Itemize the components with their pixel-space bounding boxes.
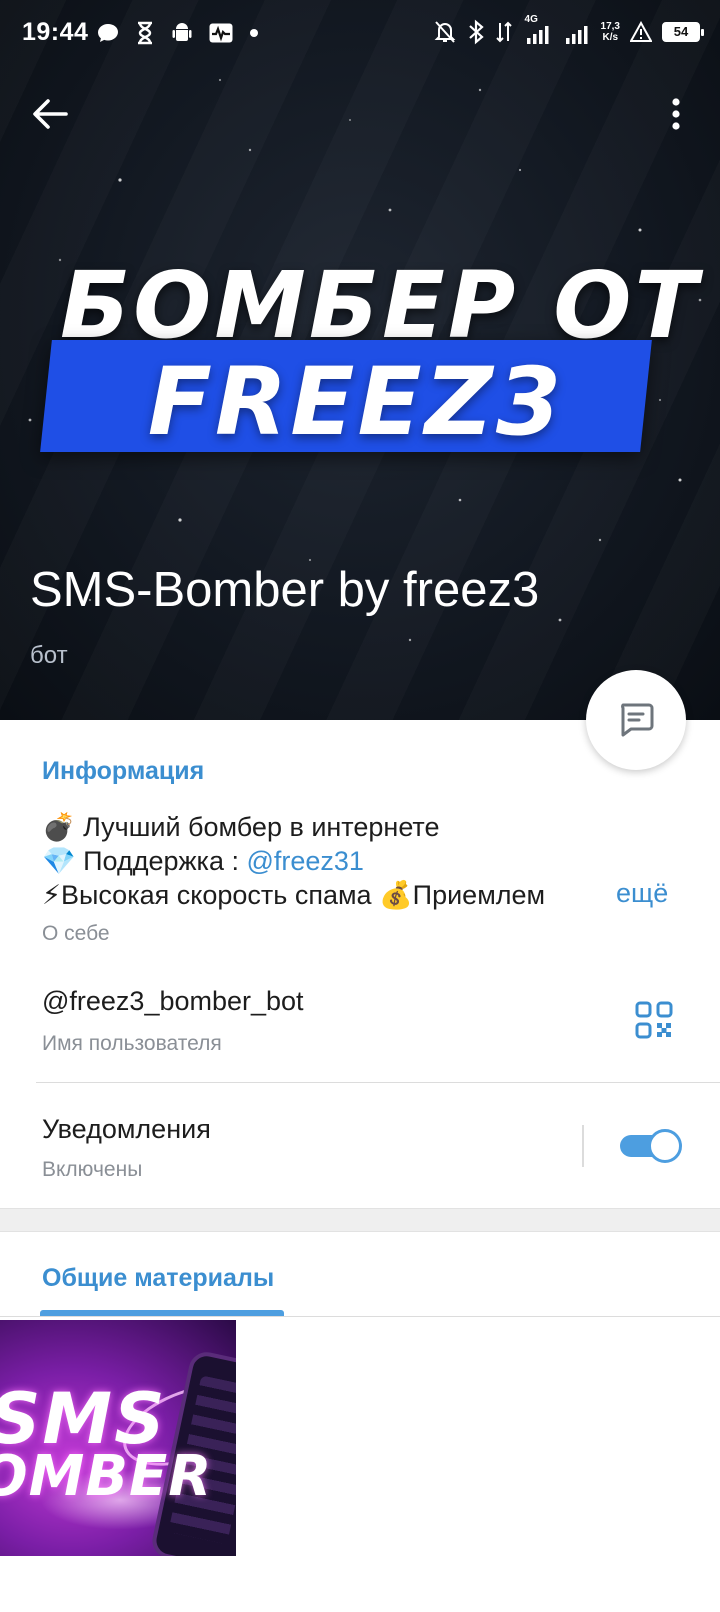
profile-subtitle: бот — [30, 642, 68, 669]
tab-shared-media[interactable]: Общие материалы — [42, 1264, 274, 1293]
android-icon — [172, 23, 192, 41]
bio-text: 💣 Лучший бомбер в интернете 💎 Поддержка … — [42, 810, 682, 912]
show-more-link[interactable]: ещё — [606, 878, 696, 912]
bio-line-2-text: 💎 Поддержка : — [42, 846, 247, 876]
info-section-title: Информация — [42, 757, 205, 785]
profile-name: SMS-Bomber by freez3 — [30, 563, 540, 617]
about-label: О себе — [42, 922, 110, 945]
qr-code-icon[interactable] — [634, 1000, 674, 1040]
back-arrow-icon[interactable] — [28, 92, 72, 136]
bluetooth-icon — [468, 19, 484, 45]
notification-dot-icon — [250, 29, 258, 37]
profile-header: 19:44 4G 17,3 K/s 54 БОМБЕР ОТ FREEZ3 SM… — [0, 0, 720, 720]
status-left-icons — [96, 19, 260, 47]
message-button[interactable] — [586, 670, 686, 770]
banner-title-line2: FREEZ3 — [147, 348, 565, 457]
divider — [36, 1082, 720, 1083]
section-gap — [0, 1208, 720, 1232]
more-options-icon[interactable] — [656, 92, 696, 136]
username-value[interactable]: @freez3_bomber_bot — [42, 986, 304, 1017]
warning-icon — [630, 21, 652, 42]
network-speed: 17,3 K/s — [601, 21, 620, 43]
status-time: 19:44 — [22, 18, 89, 46]
bio-line-2: 💎 Поддержка : @freez31 — [42, 844, 682, 878]
tab-baseline — [0, 1316, 720, 1317]
chat-bubble-icon — [98, 24, 118, 42]
status-right-icons: 4G 17,3 K/s 54 — [433, 14, 704, 48]
media-thumbnail[interactable]: SMS OMBER — [0, 1320, 236, 1556]
toggle-knob — [648, 1129, 682, 1163]
bio-line-1: 💣 Лучший бомбер в интернете — [42, 812, 440, 842]
notifications-title: Уведомления — [42, 1114, 211, 1144]
notifications-toggle[interactable] — [620, 1129, 682, 1165]
speed-unit: K/s — [602, 32, 619, 43]
vertical-separator — [582, 1125, 584, 1167]
status-bar: 19:44 4G 17,3 K/s 54 — [0, 0, 720, 64]
signal-4g-icon: 4G — [523, 14, 553, 46]
hourglass-icon — [138, 21, 152, 45]
message-icon — [621, 703, 654, 737]
data-transfer-icon — [495, 21, 512, 43]
username-label: Имя пользователя — [42, 1032, 222, 1055]
speed-value: 17,3 — [600, 21, 620, 32]
bio-line-3: ⚡Высокая скорость спама 💰Приемлем — [42, 880, 546, 910]
alarm-off-icon — [434, 21, 455, 43]
battery-icon: 54 — [662, 22, 704, 42]
thumbnail-text-line2: OMBER — [0, 1444, 213, 1509]
notifications-state: Включены — [42, 1158, 143, 1181]
support-link[interactable]: @freez31 — [246, 846, 363, 876]
profile-banner: БОМБЕР ОТ FREEZ3 — [36, 252, 697, 472]
activity-monitor-icon — [209, 23, 233, 43]
signal-icon — [565, 26, 588, 44]
